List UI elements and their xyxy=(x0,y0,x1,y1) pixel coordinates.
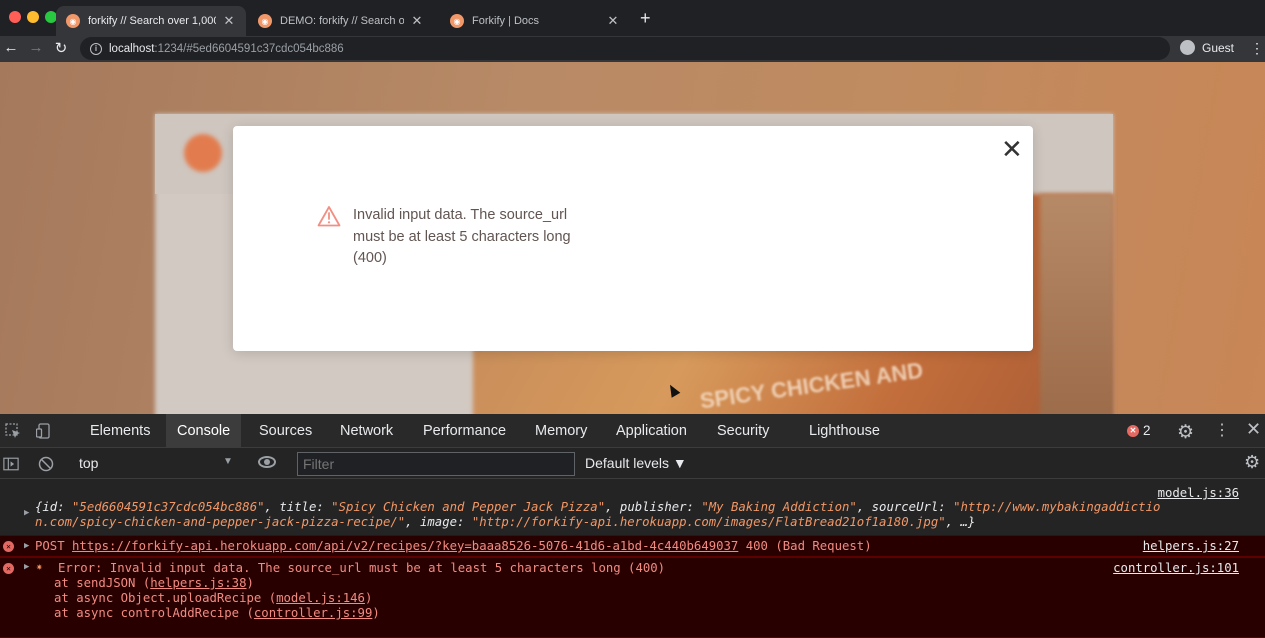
console-settings-gear-icon[interactable]: ⚙ xyxy=(1244,452,1260,473)
forkify-favicon-icon: ◉ xyxy=(450,14,464,28)
tab-close-icon[interactable]: ✕ xyxy=(410,13,424,29)
tab-memory[interactable]: Memory xyxy=(527,414,595,448)
tab-close-icon[interactable]: ✕ xyxy=(222,13,236,29)
browser-tab-docs[interactable]: ◉ Forkify | Docs ✕ xyxy=(440,6,630,36)
stack-frame: at async controlAddRecipe (controller.js… xyxy=(54,606,380,620)
expand-triangle-icon[interactable]: ▶ xyxy=(24,541,29,551)
address-host: localhost xyxy=(109,42,155,55)
recipe-image-edge xyxy=(1040,194,1113,414)
context-value: top xyxy=(79,455,99,471)
error-request-line: POST https://forkify-api.herokuapp.com/a… xyxy=(35,539,872,553)
clear-console-icon[interactable] xyxy=(38,456,54,472)
error-count: 2 xyxy=(1143,423,1151,438)
tab-title: DEMO: forkify // Search over 1,0 xyxy=(280,15,404,27)
console-log-row: model.js:36 ▶ {id: "5ed6604591c37cdc054b… xyxy=(0,484,1265,536)
close-modal-icon[interactable]: ✕ xyxy=(1001,136,1023,162)
error-circle-icon: ✕ xyxy=(3,563,14,574)
browser-toolbar: ← → ↻ i localhost:1234/#5ed6604591c37cdc… xyxy=(0,36,1265,62)
reload-icon[interactable]: ↻ xyxy=(52,39,70,57)
console-output: model.js:36 ▶ {id: "5ed6604591c37cdc054b… xyxy=(0,480,1265,638)
tab-application[interactable]: Application xyxy=(608,414,695,448)
device-toolbar-icon[interactable] xyxy=(36,423,52,439)
forkify-favicon-icon: ◉ xyxy=(66,14,80,28)
browser-tab-forkify[interactable]: ◉ forkify // Search over 1,000,000 ✕ xyxy=(56,6,246,36)
tab-security[interactable]: Security xyxy=(709,414,777,448)
tab-console[interactable]: Console xyxy=(166,414,242,448)
browser-tab-strip: ◉ forkify // Search over 1,000,000 ✕ ◉ D… xyxy=(0,0,1265,36)
close-devtools-icon[interactable]: ✕ xyxy=(1246,419,1261,440)
console-filter-input[interactable] xyxy=(297,452,575,476)
browser-tab-demo[interactable]: ◉ DEMO: forkify // Search over 1,0 ✕ xyxy=(248,6,434,36)
log-object-line-1[interactable]: {id: "5ed6604591c37cdc054bc886", title: … xyxy=(35,500,1160,514)
error-modal: ✕ Invalid input data. The source_url mus… xyxy=(233,126,1033,351)
exception-burst-icon: ✷ xyxy=(36,560,43,573)
error-message: Invalid input data. The source_url must … xyxy=(353,207,571,266)
tab-performance[interactable]: Performance xyxy=(415,414,514,448)
forkify-favicon-icon: ◉ xyxy=(258,14,272,28)
stack-frame-link[interactable]: controller.js:99 xyxy=(254,606,372,620)
dropdown-caret-icon: ▼ xyxy=(223,456,233,467)
live-expression-eye-icon[interactable] xyxy=(258,456,276,468)
back-arrow-icon[interactable]: ← xyxy=(2,39,20,56)
tab-sources[interactable]: Sources xyxy=(251,414,320,448)
profile-label: Guest xyxy=(1202,40,1235,55)
tab-elements[interactable]: Elements xyxy=(82,414,158,448)
tab-close-icon[interactable]: ✕ xyxy=(606,13,620,29)
profile-avatar-icon xyxy=(1180,40,1195,55)
close-window-button[interactable] xyxy=(9,11,21,23)
tab-network[interactable]: Network xyxy=(332,414,401,448)
stack-frame: at async Object.uploadRecipe (model.js:1… xyxy=(54,591,373,605)
inspect-element-icon[interactable] xyxy=(5,423,21,439)
sidebar-toggle-icon[interactable] xyxy=(3,456,19,472)
tab-title: Forkify | Docs xyxy=(472,15,540,27)
profile-button[interactable]: Guest xyxy=(1180,40,1234,55)
log-source-link[interactable]: model.js:36 xyxy=(1158,486,1239,500)
log-object-line-2: n.com/spicy-chicken-and-pepper-jack-pizz… xyxy=(35,515,976,529)
site-info-icon[interactable]: i xyxy=(90,42,102,55)
expand-triangle-icon[interactable]: ▶ xyxy=(24,562,29,572)
forkify-logo-icon xyxy=(184,134,222,172)
console-error-row: ✕ ▶ ✷ Error: Invalid input data. The sou… xyxy=(0,557,1265,638)
expand-triangle-icon[interactable]: ▶ xyxy=(24,508,29,518)
console-toolbar: top ▼ Default levels ▼ ⚙ xyxy=(0,449,1265,479)
stack-frame-link[interactable]: model.js:146 xyxy=(276,591,365,605)
error-source-link[interactable]: helpers.js:27 xyxy=(1143,539,1239,553)
settings-gear-icon[interactable]: ⚙ xyxy=(1177,421,1194,444)
console-error-row: ✕ ▶ POST https://forkify-api.herokuapp.c… xyxy=(0,535,1265,557)
page-viewport: SPICY CHICKEN AND ✕ Invalid input data. … xyxy=(0,62,1265,414)
devtools-panel: Elements Console Sources Network Perform… xyxy=(0,414,1265,638)
devtools-menu-icon[interactable]: ⋮ xyxy=(1214,420,1230,440)
tab-title: forkify // Search over 1,000,000 xyxy=(88,15,216,27)
error-circle-icon: ✕ xyxy=(1127,424,1139,437)
forward-arrow-icon[interactable]: → xyxy=(27,39,45,56)
request-url-link[interactable]: https://forkify-api.herokuapp.com/api/v2… xyxy=(72,539,738,553)
new-tab-button[interactable]: + xyxy=(640,8,651,29)
stack-frame-link[interactable]: helpers.js:38 xyxy=(150,576,246,590)
stack-frame: at sendJSON (helpers.js:38) xyxy=(54,576,254,590)
log-levels-dropdown[interactable]: Default levels ▼ xyxy=(585,455,687,471)
error-message-line: Error: Invalid input data. The source_ur… xyxy=(58,561,666,575)
error-source-link[interactable]: controller.js:101 xyxy=(1113,561,1239,575)
address-path: :1234/#5ed6604591c37cdc054bc886 xyxy=(154,42,344,55)
tab-lighthouse[interactable]: Lighthouse xyxy=(801,414,888,448)
warning-triangle-icon xyxy=(317,206,341,227)
minimize-window-button[interactable] xyxy=(27,11,39,23)
devtools-tabbar: Elements Console Sources Network Perform… xyxy=(0,414,1265,448)
context-selector[interactable]: top ▼ xyxy=(79,455,239,471)
error-circle-icon: ✕ xyxy=(3,541,14,552)
browser-menu-icon[interactable]: ⋮ xyxy=(1250,40,1264,57)
address-bar[interactable]: i localhost:1234/#5ed6604591c37cdc054bc8… xyxy=(80,37,1170,60)
error-count-badge[interactable]: ✕ 2 xyxy=(1127,423,1151,438)
